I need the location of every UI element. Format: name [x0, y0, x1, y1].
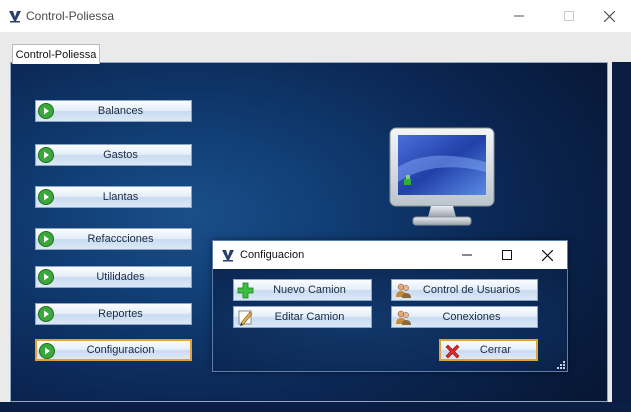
minimize-icon	[462, 254, 472, 256]
window-edge	[612, 62, 631, 412]
green-arrow-icon	[38, 306, 54, 322]
green-plus-icon	[237, 282, 254, 299]
green-arrow-icon	[38, 231, 54, 247]
green-arrow-icon	[38, 103, 54, 119]
reportes-label: Reportes	[98, 308, 143, 320]
cerrar-button[interactable]: Cerrar	[439, 339, 538, 361]
pencil-edit-icon	[238, 310, 253, 326]
dialog-close-button[interactable]	[527, 241, 567, 269]
llantas-button[interactable]: Llantas	[35, 186, 192, 208]
nuevo-camion-button[interactable]: Nuevo Camion	[233, 279, 372, 301]
dialog-minimize-button[interactable]	[447, 241, 487, 269]
maximize-icon	[502, 250, 512, 260]
green-arrow-icon	[38, 147, 54, 163]
nuevo-camion-label: Nuevo Camion	[273, 284, 346, 296]
maximize-icon	[564, 11, 574, 21]
minimize-icon	[514, 15, 524, 17]
green-arrow-icon	[38, 269, 54, 285]
control-de-usuarios-button[interactable]: Control de Usuarios	[391, 279, 538, 301]
dialog-maximize-button[interactable]	[487, 241, 527, 269]
dialog-body: Nuevo Camion Editar Camion Control de Us…	[213, 269, 567, 371]
green-arrow-icon	[39, 343, 55, 359]
green-arrow-icon	[38, 189, 54, 205]
utilidades-label: Utilidades	[96, 271, 145, 283]
window-titlebar: Control-Poliessa	[0, 0, 631, 32]
tab-control-poliessa[interactable]: Control-Poliessa	[12, 44, 100, 64]
reportes-button[interactable]: Reportes	[35, 303, 192, 325]
close-icon	[541, 249, 553, 261]
editar-camion-label: Editar Camion	[274, 311, 345, 323]
close-icon	[603, 10, 615, 22]
app-logo-icon	[9, 11, 21, 23]
monitor-icon	[389, 127, 495, 226]
configuracion-label: Configuracion	[86, 344, 155, 356]
conexiones-button[interactable]: Conexiones	[391, 306, 538, 328]
conexiones-label: Conexiones	[442, 311, 501, 323]
tab-label: Control-Poliessa	[15, 48, 97, 61]
llantas-label: Llantas	[102, 191, 139, 203]
users-icon	[396, 310, 411, 325]
configuacion-dialog: Configuacion Nuevo Camion Editar Camion …	[212, 240, 568, 372]
dialog-titlebar: Configuacion	[213, 241, 567, 269]
refaccciones-label: Refaccciones	[87, 233, 154, 245]
red-x-icon	[445, 344, 460, 359]
utilidades-button[interactable]: Utilidades	[35, 266, 192, 288]
window-title: Control-Poliessa	[26, 9, 115, 23]
editar-camion-button[interactable]: Editar Camion	[233, 306, 372, 328]
window-edge-bottom	[0, 402, 631, 412]
app-logo-icon	[222, 250, 234, 262]
balances-button[interactable]: Balances	[35, 100, 192, 122]
configuracion-button[interactable]: Configuracion	[35, 339, 192, 361]
minimize-button[interactable]	[496, 0, 542, 32]
close-button[interactable]	[586, 0, 631, 32]
refaccciones-button[interactable]: Refaccciones	[35, 228, 192, 250]
gastos-label: Gastos	[103, 149, 138, 161]
control-de-usuarios-label: Control de Usuarios	[422, 284, 521, 296]
dialog-title: Configuacion	[240, 249, 305, 261]
resize-grip-icon[interactable]	[557, 361, 565, 369]
users-icon	[396, 283, 411, 298]
gastos-button[interactable]: Gastos	[35, 144, 192, 166]
balances-label: Balances	[97, 105, 144, 117]
